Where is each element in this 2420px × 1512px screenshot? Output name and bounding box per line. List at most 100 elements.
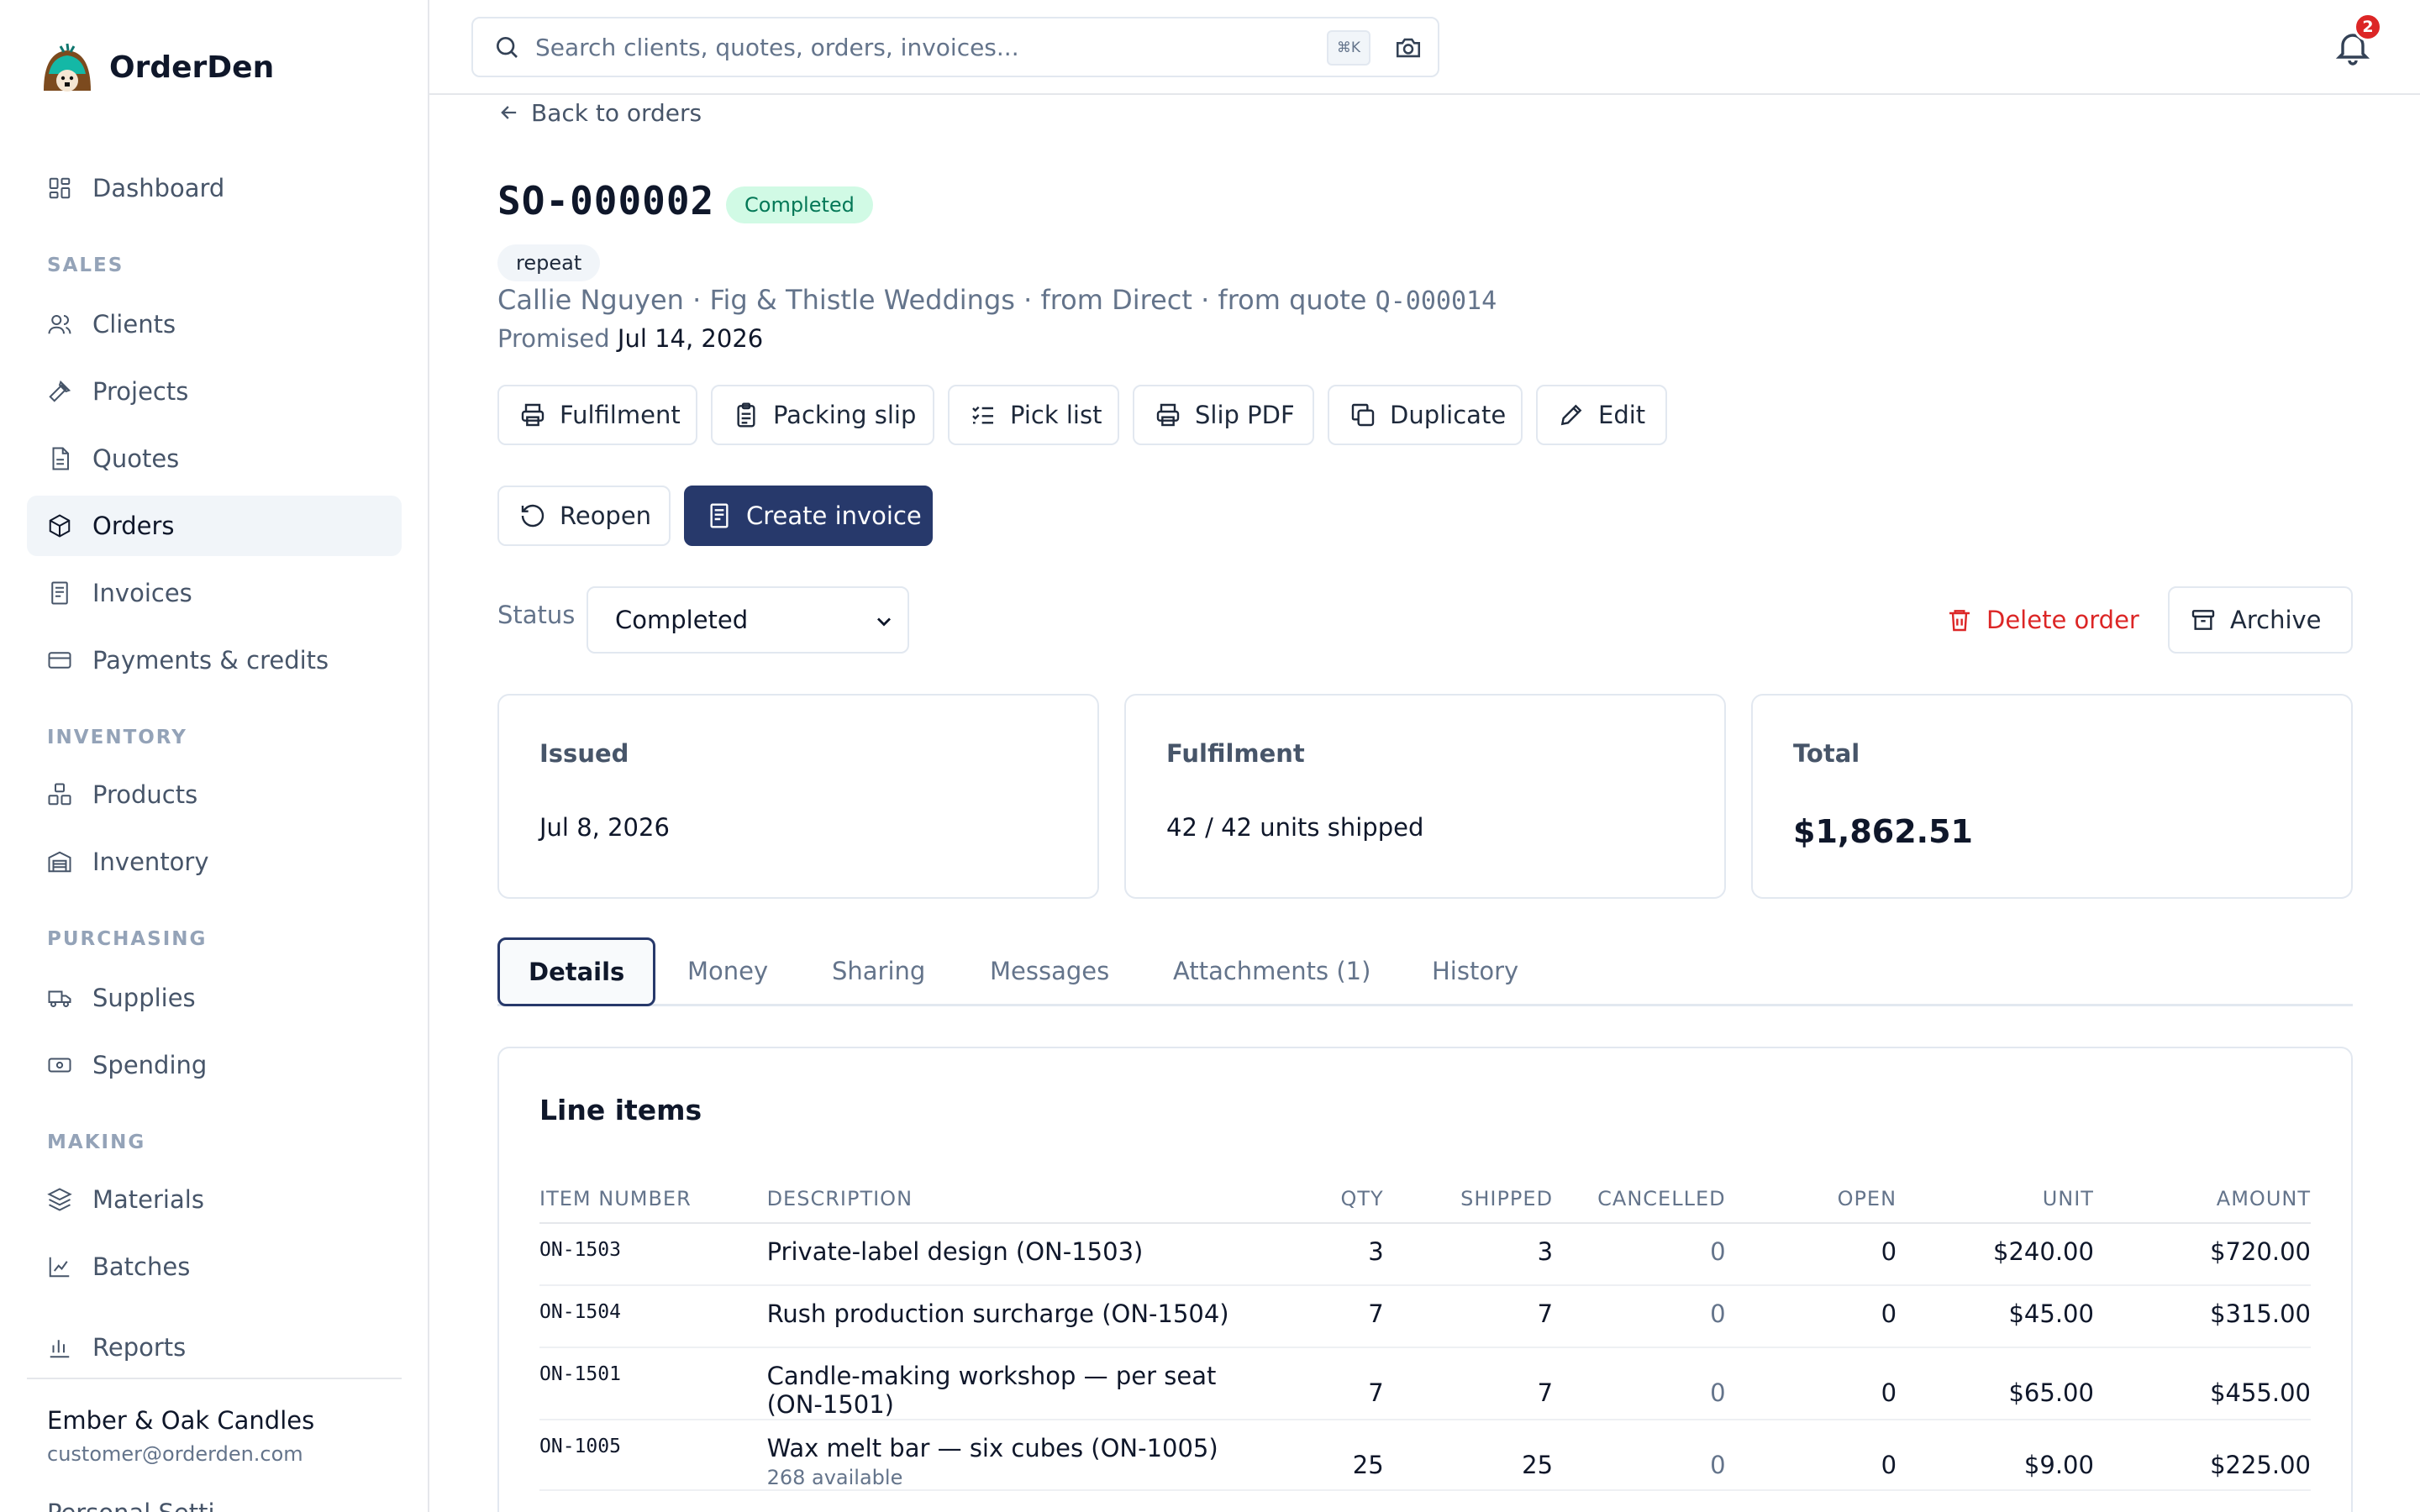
table-row[interactable]: ON-1504 Rush production surcharge (ON-15… — [539, 1285, 2311, 1348]
sidebar-item-payments[interactable]: Payments & credits — [27, 630, 402, 690]
tab-messages[interactable]: Messages — [990, 937, 1109, 1005]
edit-label: Edit — [1598, 401, 1646, 429]
item-description: Private-label design (ON-1503) — [766, 1223, 1313, 1286]
item-cancelled: 0 — [1553, 1285, 1726, 1348]
tab-attachments[interactable]: Attachments (1) — [1173, 937, 1370, 1005]
sidebar: OrderDen Dashboard SALES Clients Project… — [0, 0, 429, 1512]
sidebar-item-personal-settings[interactable]: Personal Setti... — [47, 1499, 238, 1512]
sidebar-item-batches[interactable]: Batches — [27, 1236, 402, 1297]
item-qty: 7 — [1313, 1347, 1384, 1420]
item-description: Wax melt bar — six cubes (ON-1005) — [766, 1434, 1218, 1462]
search-bar[interactable]: ⌘K — [471, 17, 1439, 77]
sidebar-item-label: Projects — [92, 377, 189, 406]
banknote-icon — [48, 1058, 71, 1073]
quote-link[interactable]: Q-000014 — [1376, 286, 1497, 316]
section-sales: SALES — [47, 255, 124, 276]
printer-icon — [1156, 403, 1180, 427]
promised-label: Promised — [497, 324, 610, 353]
rotate-ccw-icon — [521, 504, 544, 528]
sidebar-item-materials[interactable]: Materials — [27, 1169, 402, 1230]
column-header: DESCRIPTION — [766, 1174, 1313, 1224]
truck-icon — [48, 990, 71, 1007]
sidebar-item-orders[interactable]: Orders — [27, 496, 402, 556]
back-to-orders-link[interactable]: Back to orders — [497, 96, 702, 129]
tab-history[interactable]: History — [1432, 937, 1518, 1005]
dashboard-icon — [49, 177, 71, 199]
item-amount: $720.00 — [2093, 1223, 2311, 1286]
sidebar-item-products[interactable]: Products — [27, 764, 402, 825]
tab-sharing[interactable]: Sharing — [832, 937, 925, 1005]
sidebar-item-clients[interactable]: Clients — [27, 294, 402, 354]
item-qty: 7 — [1313, 1285, 1384, 1348]
edit-button[interactable]: Edit — [1536, 385, 1667, 445]
arrow-left-icon — [501, 106, 517, 119]
chevron-down-icon — [877, 617, 891, 627]
packing-slip-button[interactable]: Packing slip — [711, 385, 934, 445]
sidebar-item-label: Quotes — [92, 444, 180, 473]
reopen-button[interactable]: Reopen — [497, 486, 671, 546]
brand[interactable]: OrderDen — [40, 40, 274, 94]
search-input[interactable] — [535, 33, 1292, 61]
status-select[interactable]: Completed — [587, 586, 909, 654]
fulfilment-button[interactable]: Fulfilment — [497, 385, 697, 445]
create-invoice-button[interactable]: Create invoice — [684, 486, 933, 546]
line-items-table: ITEM NUMBER DESCRIPTION QTY SHIPPED CANC… — [539, 1174, 2311, 1491]
total-label: Total — [1793, 739, 1860, 768]
issued-card: Issued Jul 8, 2026 — [497, 694, 1099, 899]
slip-pdf-button[interactable]: Slip PDF — [1133, 385, 1314, 445]
archive-label: Archive — [2230, 606, 2322, 634]
delete-order-button[interactable]: Delete order — [1924, 586, 2161, 654]
sidebar-item-dashboard[interactable]: Dashboard — [27, 158, 402, 218]
sidebar-item-label: Batches — [92, 1252, 191, 1281]
pick-list-button[interactable]: Pick list — [948, 385, 1119, 445]
fulfilment-card: Fulfilment 42 / 42 units shipped — [1124, 694, 1726, 899]
camera-icon[interactable] — [1394, 34, 1423, 62]
section-making: MAKING — [47, 1131, 146, 1153]
client-name[interactable]: Callie Nguyen — [497, 284, 684, 316]
item-cancelled: 0 — [1553, 1420, 1726, 1491]
account-email: customer@orderden.com — [47, 1442, 303, 1466]
table-row[interactable]: ON-1005 Wax melt bar — six cubes (ON-100… — [539, 1420, 2311, 1491]
bar-chart-icon — [50, 1340, 70, 1358]
box-icon — [49, 514, 71, 538]
fulfilment-label: Fulfilment — [560, 401, 681, 429]
sidebar-item-invoices[interactable]: Invoices — [27, 563, 402, 623]
pick-list-label: Pick list — [1010, 401, 1102, 429]
table-row[interactable]: ON-1503 Private-label design (ON-1503) 3… — [539, 1223, 2311, 1286]
logo-icon — [44, 43, 91, 92]
item-shipped: 7 — [1383, 1285, 1554, 1348]
sidebar-item-label: Orders — [92, 512, 175, 540]
sidebar-item-supplies[interactable]: Supplies — [27, 968, 402, 1028]
sidebar-item-label: Materials — [92, 1185, 204, 1214]
column-header: AMOUNT — [2093, 1174, 2311, 1224]
brand-name: OrderDen — [109, 50, 275, 85]
checklist-icon — [972, 406, 993, 424]
item-description: Candle-making workshop — per seat (ON-15… — [766, 1347, 1313, 1420]
document-icon — [52, 447, 69, 470]
page-title: SO-000002 — [497, 178, 715, 223]
column-header: QTY — [1313, 1174, 1384, 1224]
copy-icon — [1351, 403, 1375, 427]
duplicate-button[interactable]: Duplicate — [1328, 385, 1523, 445]
sidebar-item-spending[interactable]: Spending — [27, 1035, 402, 1095]
section-purchasing: PURCHASING — [47, 928, 208, 950]
tab-money[interactable]: Money — [687, 937, 768, 1005]
item-shipped: 7 — [1383, 1347, 1554, 1420]
sidebar-item-reports[interactable]: Reports — [27, 1317, 402, 1378]
sidebar-item-projects[interactable]: Projects — [27, 361, 402, 422]
section-inventory: INVENTORY — [47, 727, 187, 748]
table-row[interactable]: ON-1501 Candle-making workshop — per sea… — [539, 1347, 2311, 1420]
sidebar-item-label: Spending — [92, 1051, 208, 1079]
item-shipped: 25 — [1383, 1420, 1554, 1491]
tab-details[interactable]: Details — [497, 937, 656, 1006]
sidebar-item-inventory[interactable]: Inventory — [27, 832, 402, 892]
archive-button[interactable]: Archive — [2168, 586, 2353, 654]
sidebar-item-label: Clients — [92, 310, 176, 339]
item-unit: $240.00 — [1897, 1223, 2094, 1286]
sidebar-item-label: Dashboard — [92, 174, 225, 202]
status-label: Status — [497, 601, 576, 629]
sidebar-item-quotes[interactable]: Quotes — [27, 428, 402, 489]
company-name[interactable]: Fig & Thistle Weddings — [709, 284, 1015, 316]
item-qty: 3 — [1313, 1223, 1384, 1286]
notification-badge: 2 — [2354, 13, 2382, 41]
